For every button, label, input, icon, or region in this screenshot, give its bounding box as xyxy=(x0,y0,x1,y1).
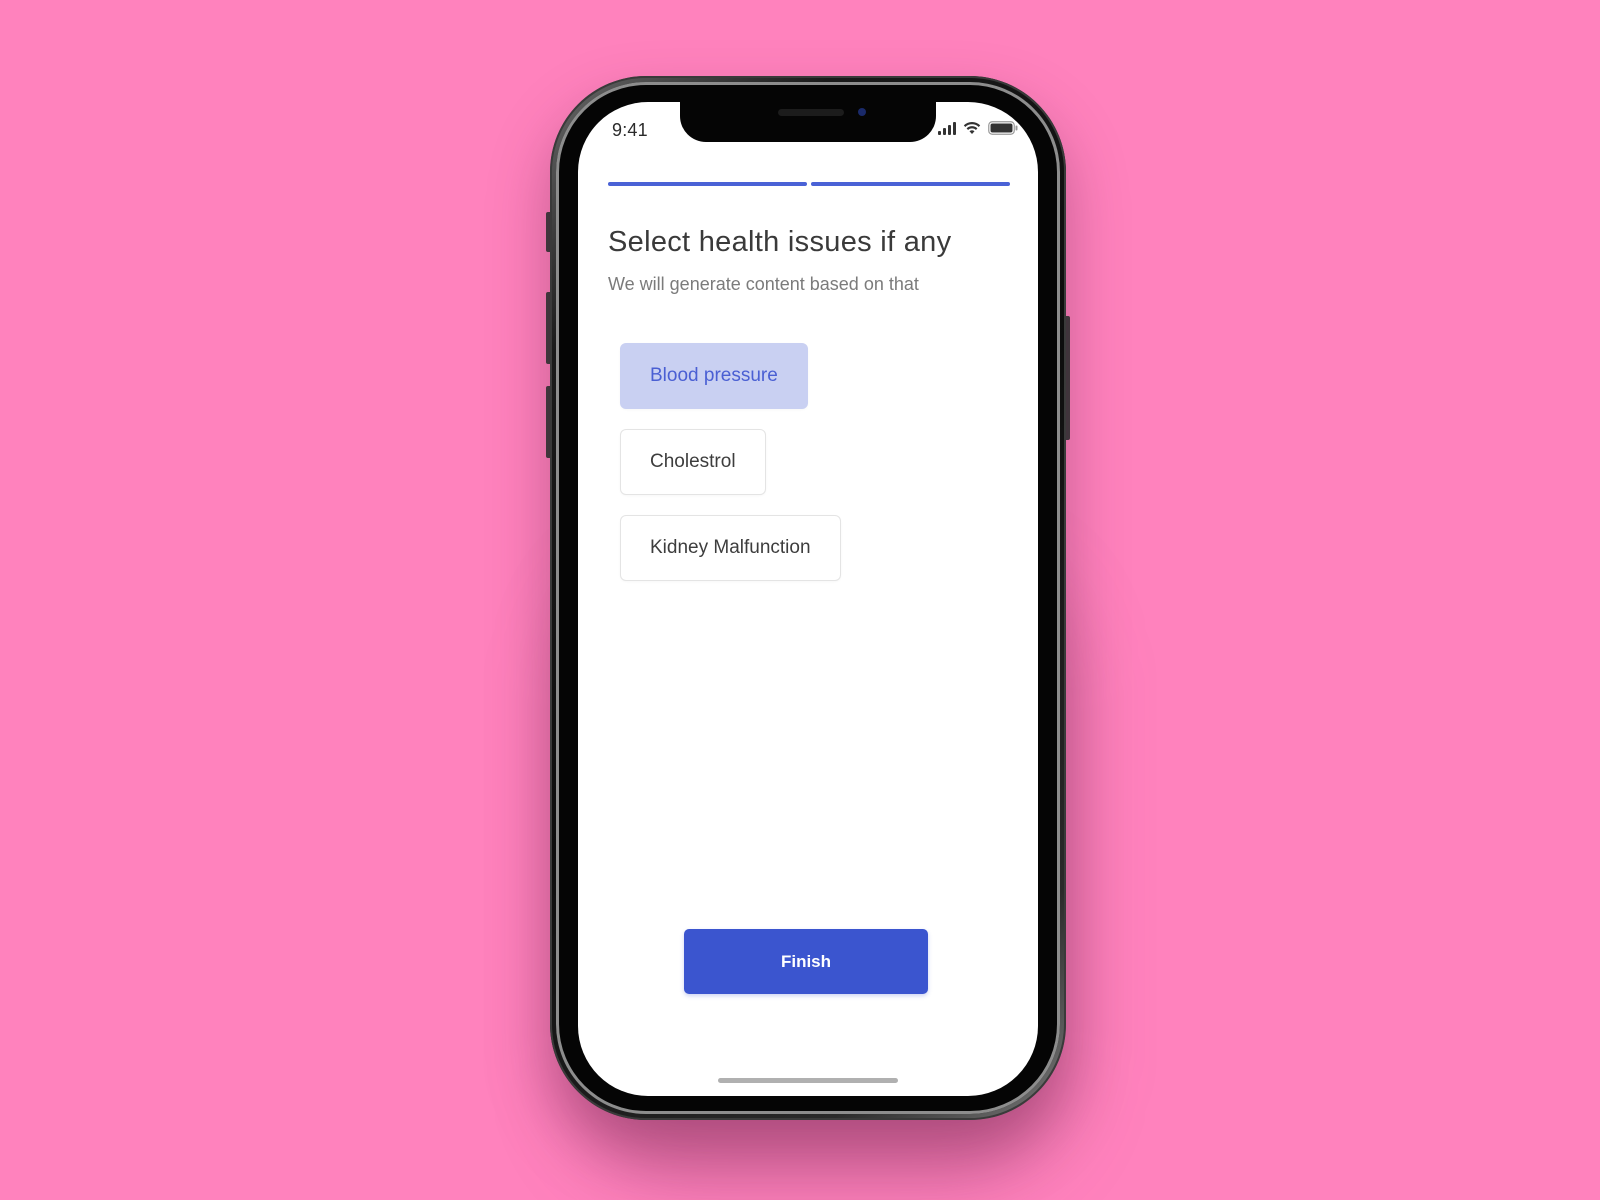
status-time: 9:41 xyxy=(612,120,648,140)
option-cholestrol[interactable]: Cholestrol xyxy=(620,429,766,495)
progress-step-1 xyxy=(608,182,807,186)
progress-step-2 xyxy=(811,182,1010,186)
finish-button[interactable]: Finish xyxy=(684,929,928,994)
page-subtitle: We will generate content based on that xyxy=(608,274,919,294)
onboarding-progress xyxy=(608,182,1010,186)
phone-screen: 9:41 Select health issues if any We will… xyxy=(578,102,1038,1096)
option-label: Kidney Malfunction xyxy=(650,537,811,558)
status-icons xyxy=(938,121,1018,135)
option-label: Blood pressure xyxy=(650,365,778,386)
notch xyxy=(680,102,936,142)
health-issue-options: Blood pressure Cholestrol Kidney Malfunc… xyxy=(620,343,841,581)
option-kidney-malfunction[interactable]: Kidney Malfunction xyxy=(620,515,841,581)
front-camera-icon xyxy=(858,108,866,116)
battery-icon xyxy=(988,121,1018,135)
signal-icon xyxy=(938,121,956,135)
option-label: Cholestrol xyxy=(650,451,736,472)
home-indicator[interactable] xyxy=(718,1078,898,1083)
page-title: Select health issues if any xyxy=(608,226,952,258)
speaker-grille xyxy=(778,109,844,116)
wifi-icon xyxy=(963,121,981,135)
option-blood-pressure[interactable]: Blood pressure xyxy=(620,343,808,409)
